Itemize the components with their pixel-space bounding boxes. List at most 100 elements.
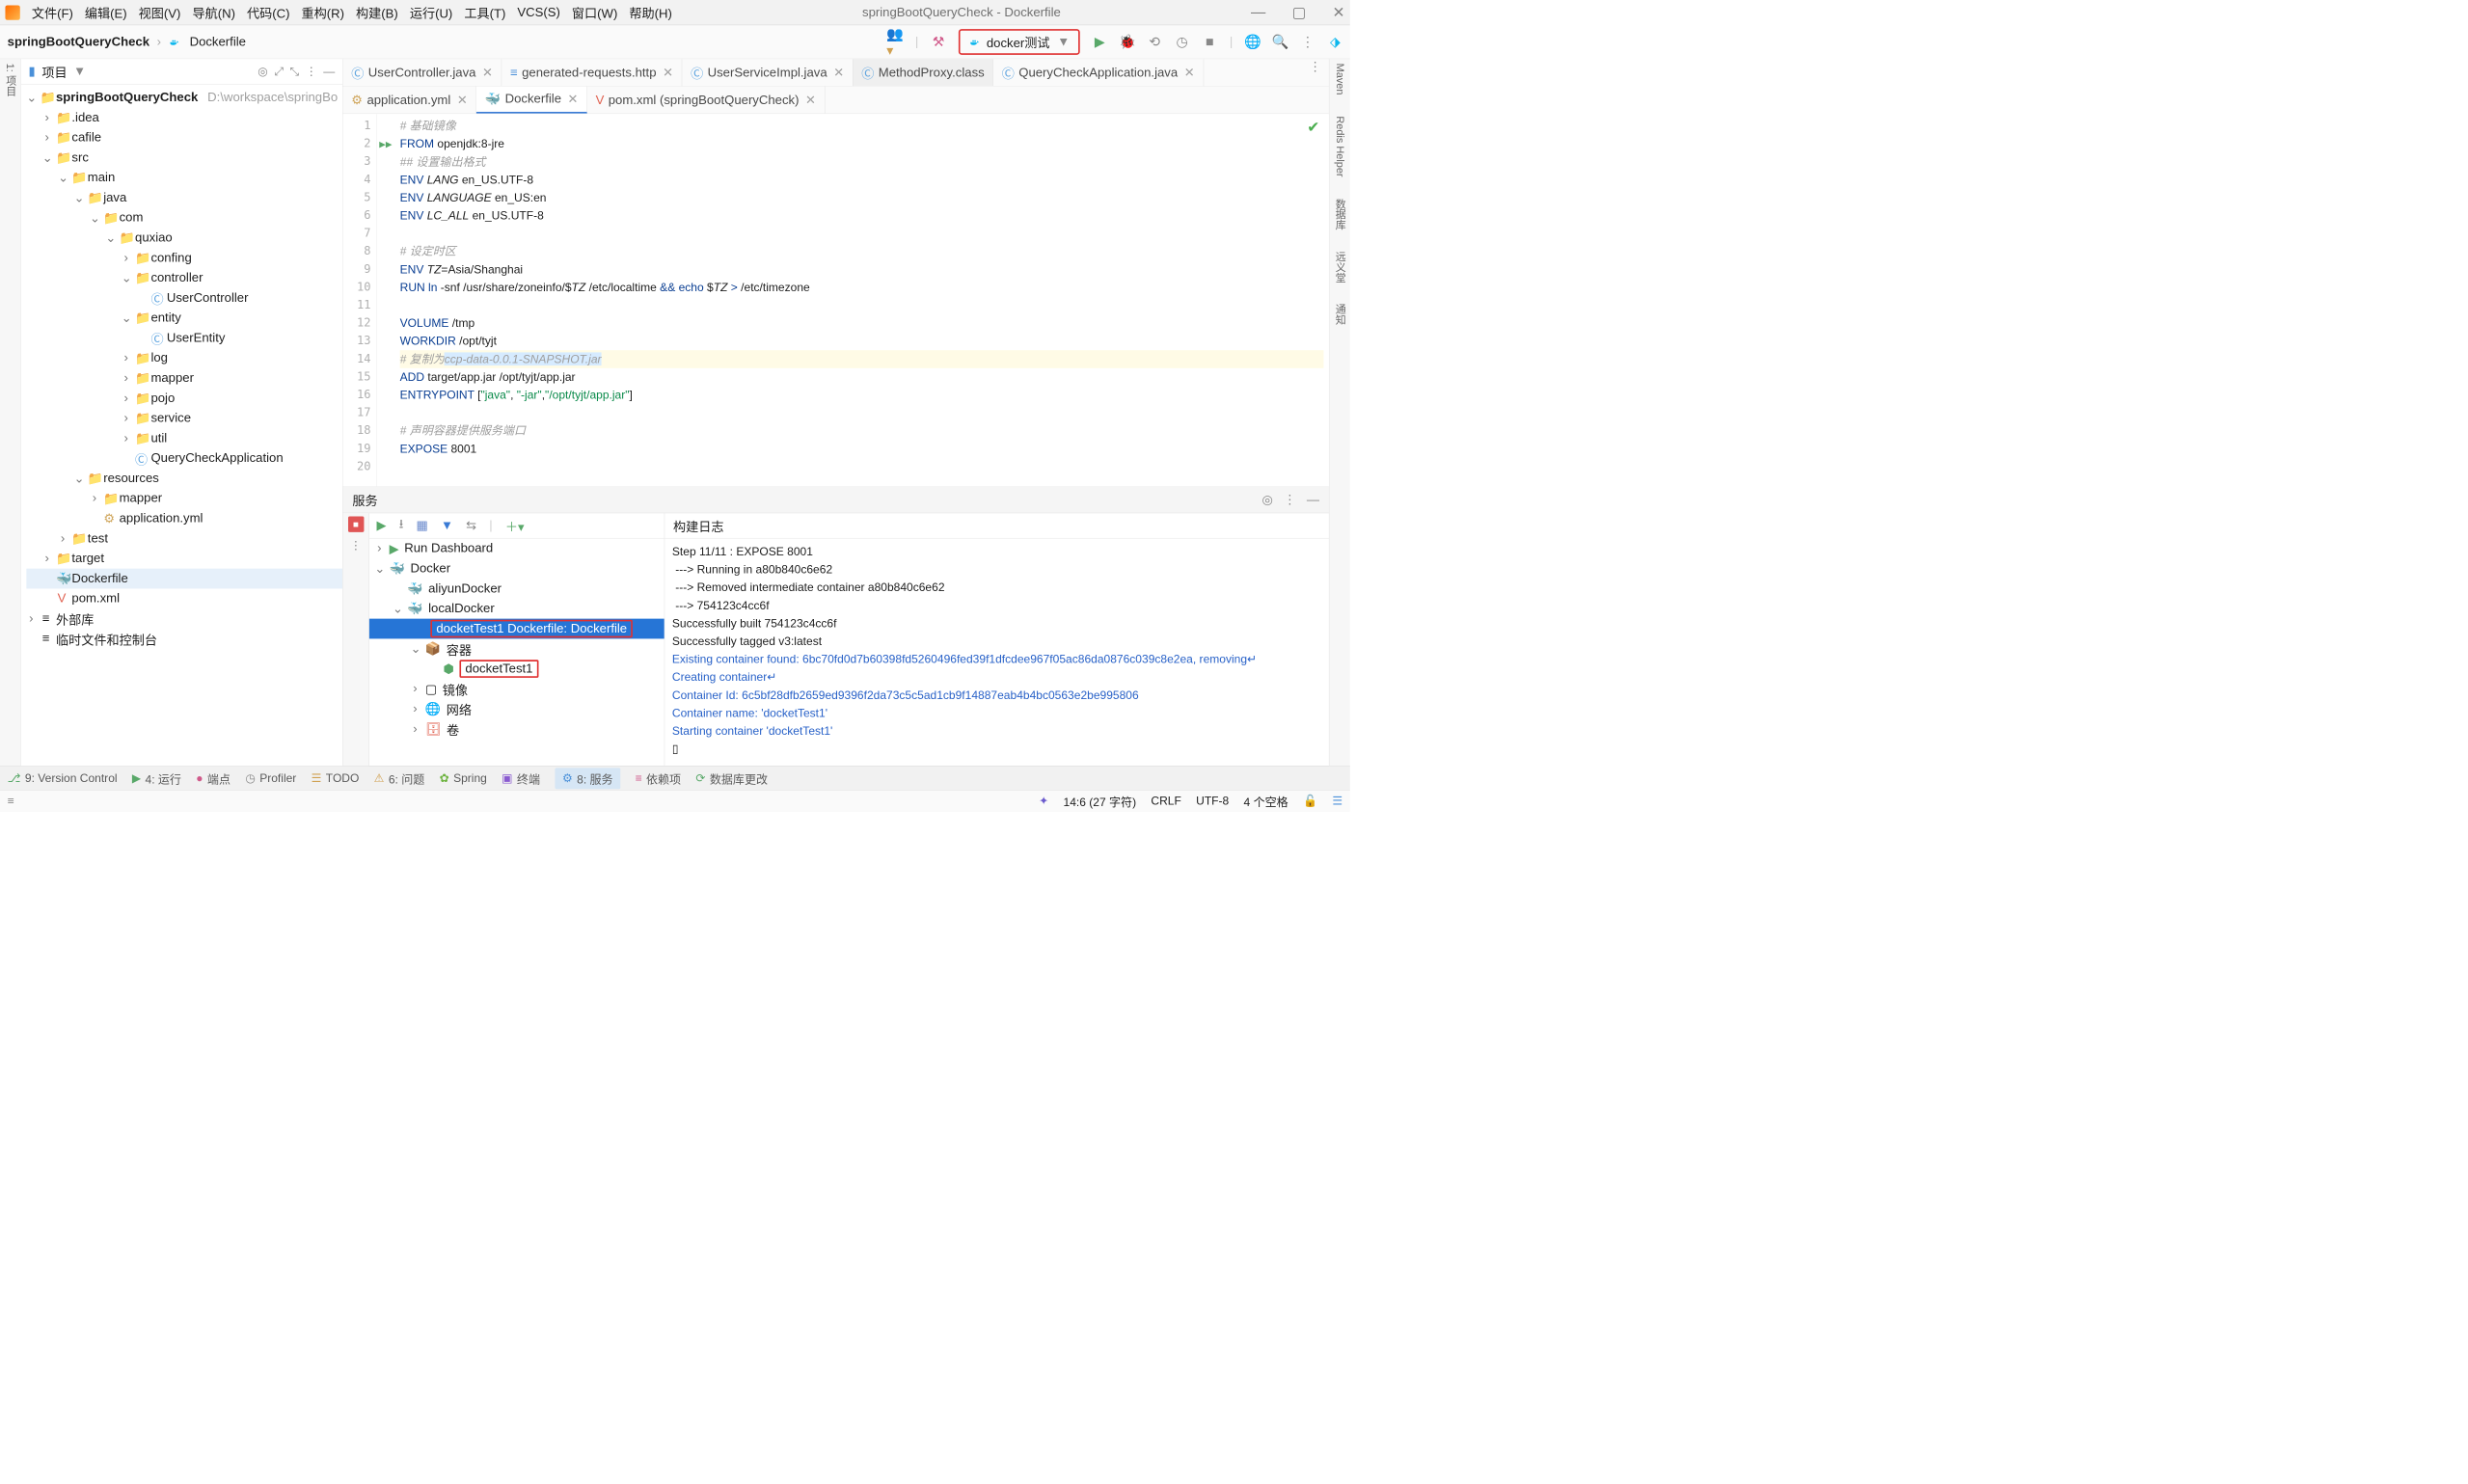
menu-item[interactable]: 代码(C) [247, 3, 289, 21]
chevron-icon[interactable]: › [411, 702, 420, 716]
bottom-tab[interactable]: ▣终端 [502, 769, 540, 787]
tree-node[interactable]: ›📁util [26, 428, 342, 448]
minimize-icon[interactable]: — [1251, 4, 1265, 21]
bottom-tab[interactable]: ⟳数据库更改 [695, 769, 768, 787]
services-node[interactable]: ›🗄卷 [369, 719, 664, 740]
right-tab-notify[interactable]: 通知 [1332, 304, 1347, 325]
rerun-icon[interactable]: ▶ [377, 518, 387, 533]
copilot-icon[interactable]: ⬗ [1328, 35, 1342, 49]
chevron-icon[interactable]: ⌄ [411, 641, 420, 657]
menu-item[interactable]: 构建(B) [356, 3, 398, 21]
close-tab-icon[interactable]: ✕ [833, 65, 844, 80]
chevron-icon[interactable]: ⌄ [393, 601, 402, 616]
chevron-icon[interactable]: › [122, 351, 131, 365]
down-icon[interactable]: ⭳ [399, 515, 404, 536]
tree-node[interactable]: ›📁log [26, 348, 342, 368]
right-tab-remote[interactable]: 远义堂 [1332, 251, 1347, 283]
close-tab-icon[interactable]: ✕ [482, 65, 493, 80]
chevron-icon[interactable]: ⌄ [90, 210, 99, 226]
breadcrumb-project[interactable]: springBootQueryCheck [8, 35, 149, 49]
profiler-icon[interactable]: ◷ [1175, 35, 1189, 49]
hide-icon[interactable]: — [1307, 493, 1319, 507]
right-tab-redis[interactable]: Redis Helper [1334, 116, 1346, 176]
collapse-icon[interactable]: ⤡ [290, 65, 300, 78]
tree-node[interactable]: ≡临时文件和控制台 [26, 629, 342, 649]
editor-tab[interactable]: ⒸMethodProxy.class [854, 59, 993, 86]
tree-node[interactable]: ›📁mapper [26, 489, 342, 509]
chevron-icon[interactable]: ⌄ [122, 270, 131, 285]
tree-node[interactable]: ›📁mapper [26, 368, 342, 389]
project-tree[interactable]: ⌄📁springBootQueryCheckD:\workspace\sprin… [21, 85, 342, 767]
debug-icon[interactable]: 🐞 [1120, 35, 1134, 49]
right-tab-maven[interactable]: Maven [1334, 64, 1346, 95]
tree-node[interactable]: ›📁cafile [26, 127, 342, 148]
tree-node[interactable]: ›📁confing [26, 248, 342, 268]
run-config-selector[interactable]: docker测试 ▼ [959, 29, 1080, 55]
chevron-icon[interactable]: › [122, 391, 131, 405]
close-tab-icon[interactable]: ✕ [568, 92, 579, 107]
status-ide-icon[interactable]: ☰ [1332, 795, 1342, 808]
add-icon[interactable]: ＋▾ [505, 517, 525, 535]
chevron-icon[interactable]: › [42, 110, 52, 124]
chevron-icon[interactable]: › [122, 251, 131, 265]
tree-node[interactable]: ⌄📁resources [26, 469, 342, 489]
tree-node[interactable]: 🐳Dockerfile [26, 569, 342, 589]
gutter-line-numbers[interactable]: 1234567891011121314151617181920 [343, 114, 377, 486]
tree-node[interactable]: ⒸUserEntity [26, 328, 342, 348]
chevron-icon[interactable]: › [42, 130, 52, 145]
menu-item[interactable]: VCS(S) [517, 5, 559, 19]
grid-icon[interactable]: ▦ [417, 518, 428, 533]
menu-item[interactable]: 编辑(E) [85, 3, 127, 21]
bottom-tab[interactable]: ≡依赖项 [636, 769, 682, 787]
tree-node[interactable]: ⌄📁src [26, 148, 342, 168]
tree-node[interactable]: ⌄📁springBootQueryCheckD:\workspace\sprin… [26, 88, 342, 108]
services-node[interactable]: 🐳aliyunDocker [369, 579, 664, 599]
chevron-icon[interactable]: ⌄ [26, 90, 36, 105]
chevron-icon[interactable]: ⌄ [122, 310, 131, 326]
coverage-icon[interactable]: ⟲ [1148, 35, 1162, 49]
chevron-icon[interactable]: › [42, 552, 52, 566]
editor-tabs-sub[interactable]: ⚙application.yml✕🐳Dockerfile✕Vpom.xml (s… [343, 87, 1329, 114]
status-eol[interactable]: CRLF [1151, 795, 1180, 808]
tree-node[interactable]: ›📁service [26, 408, 342, 428]
bottom-tab[interactable]: ☰TODO [312, 771, 360, 785]
close-icon[interactable]: ✕ [1332, 4, 1344, 21]
services-tree[interactable]: ›▶Run Dashboard⌄🐳Docker🐳aliyunDocker⌄🐳lo… [369, 538, 664, 739]
status-stack-icon[interactable]: ≡ [8, 795, 14, 808]
chevron-icon[interactable]: ⌄ [105, 230, 115, 246]
chevron-icon[interactable]: › [122, 411, 131, 425]
status-indent[interactable]: 4 个空格 [1244, 793, 1288, 810]
close-tab-icon[interactable]: ✕ [663, 65, 673, 80]
services-node[interactable]: docketTest1 Dockerfile: Dockerfile [369, 619, 664, 639]
status-encoding[interactable]: UTF-8 [1196, 795, 1229, 808]
menu-item[interactable]: 窗口(W) [572, 3, 617, 21]
bottom-tab[interactable]: ⚙8: 服务 [555, 768, 620, 789]
chevron-icon[interactable]: › [122, 371, 131, 386]
chevron-icon[interactable]: › [411, 721, 420, 736]
menu-item[interactable]: 运行(U) [410, 3, 452, 21]
chevron-icon[interactable]: › [411, 682, 420, 696]
target-icon[interactable]: ◎ [258, 65, 268, 78]
tree-node[interactable]: ⌄📁com [26, 208, 342, 229]
editor-tab[interactable]: ≡generated-requests.http✕ [502, 59, 682, 86]
translate-icon[interactable]: 🌐 [1245, 35, 1260, 49]
bottom-tab[interactable]: ●端点 [196, 769, 231, 787]
chevron-icon[interactable]: › [58, 531, 68, 546]
target-icon[interactable]: ◎ [1261, 492, 1272, 507]
chevron-icon[interactable]: ⌄ [74, 190, 84, 205]
chevron-down-icon[interactable]: ▼ [73, 64, 86, 78]
services-node[interactable]: ⬢docketTest1 [369, 659, 664, 679]
editor-tab[interactable]: ⒸUserServiceImpl.java✕ [682, 59, 853, 86]
chevron-icon[interactable]: ⌄ [58, 170, 68, 185]
services-node[interactable]: ›▢镜像 [369, 679, 664, 699]
tree-node[interactable]: ⌄📁controller [26, 268, 342, 288]
tree-node[interactable]: ›≡外部库 [26, 608, 342, 629]
close-tab-icon[interactable]: ✕ [805, 93, 816, 108]
tree-node[interactable]: ⚙application.yml [26, 508, 342, 528]
services-node[interactable]: ⌄🐳localDocker [369, 599, 664, 619]
menu-item[interactable]: 工具(T) [464, 3, 505, 21]
menu-item[interactable]: 重构(R) [302, 3, 344, 21]
chevron-icon[interactable]: ⌄ [374, 561, 384, 577]
chevron-icon[interactable]: › [26, 611, 36, 626]
breadcrumb[interactable]: springBootQueryCheck › Dockerfile [8, 35, 246, 49]
